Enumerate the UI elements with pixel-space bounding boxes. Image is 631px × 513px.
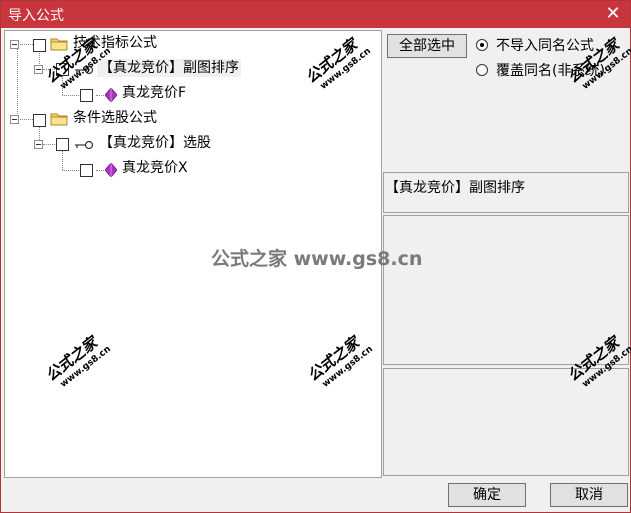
tree-connector (62, 151, 63, 170)
formula-name: 【真龙竞价】副图排序 (385, 180, 525, 196)
tree-connector (62, 95, 79, 96)
formula-description-box (383, 215, 629, 365)
ok-button[interactable]: 确定 (448, 483, 526, 507)
import-formula-dialog: 导入公式 ✕ 技术指标公式 【真龙竞价】副图排序 真龙竞价F 条件选股公式 【真… (0, 0, 631, 513)
radio-indicator[interactable] (476, 64, 488, 76)
tree-connector (96, 170, 104, 171)
close-icon: ✕ (605, 3, 621, 24)
cancel-button[interactable]: 取消 (550, 483, 628, 507)
window-title: 导入公式 (8, 8, 64, 24)
collapse-toggle[interactable] (34, 140, 43, 149)
close-button[interactable]: ✕ (600, 2, 626, 26)
gem-icon (105, 88, 117, 102)
tree-connector (96, 95, 104, 96)
tree-formula-label[interactable]: 【真龙竞价】选股 (99, 134, 211, 152)
tree-group-label[interactable]: 条件选股公式 (73, 109, 157, 127)
tree-leaf-label[interactable]: 真龙竞价X (122, 159, 188, 177)
collapse-toggle[interactable] (10, 115, 19, 124)
gem-icon (105, 163, 117, 177)
center-watermark: 公式之家 www.gs8.cn (211, 248, 423, 270)
formula-checkbox[interactable] (56, 138, 69, 151)
group-checkbox[interactable] (33, 39, 46, 52)
radio-indicator[interactable] (476, 39, 488, 51)
tree-leaf-label[interactable]: 真龙竞价F (122, 84, 186, 102)
folder-icon (50, 38, 68, 51)
tree-connector (17, 44, 33, 45)
radio-skip-label: 不导入同名公式 (496, 38, 594, 54)
tree-connector (17, 119, 33, 120)
select-all-button[interactable]: 全部选中 (387, 34, 467, 58)
key-icon (75, 140, 94, 150)
tree-connector (62, 170, 79, 171)
group-checkbox[interactable] (33, 114, 46, 127)
collapse-toggle[interactable] (10, 40, 19, 49)
folder-icon (50, 113, 68, 126)
tree-connector (17, 46, 18, 120)
tree-formula-label[interactable]: 【真龙竞价】副图排序 (97, 59, 241, 77)
leaf-checkbox[interactable] (80, 89, 93, 102)
leaf-checkbox[interactable] (80, 164, 93, 177)
title-bar: 导入公式 ✕ (1, 1, 630, 28)
